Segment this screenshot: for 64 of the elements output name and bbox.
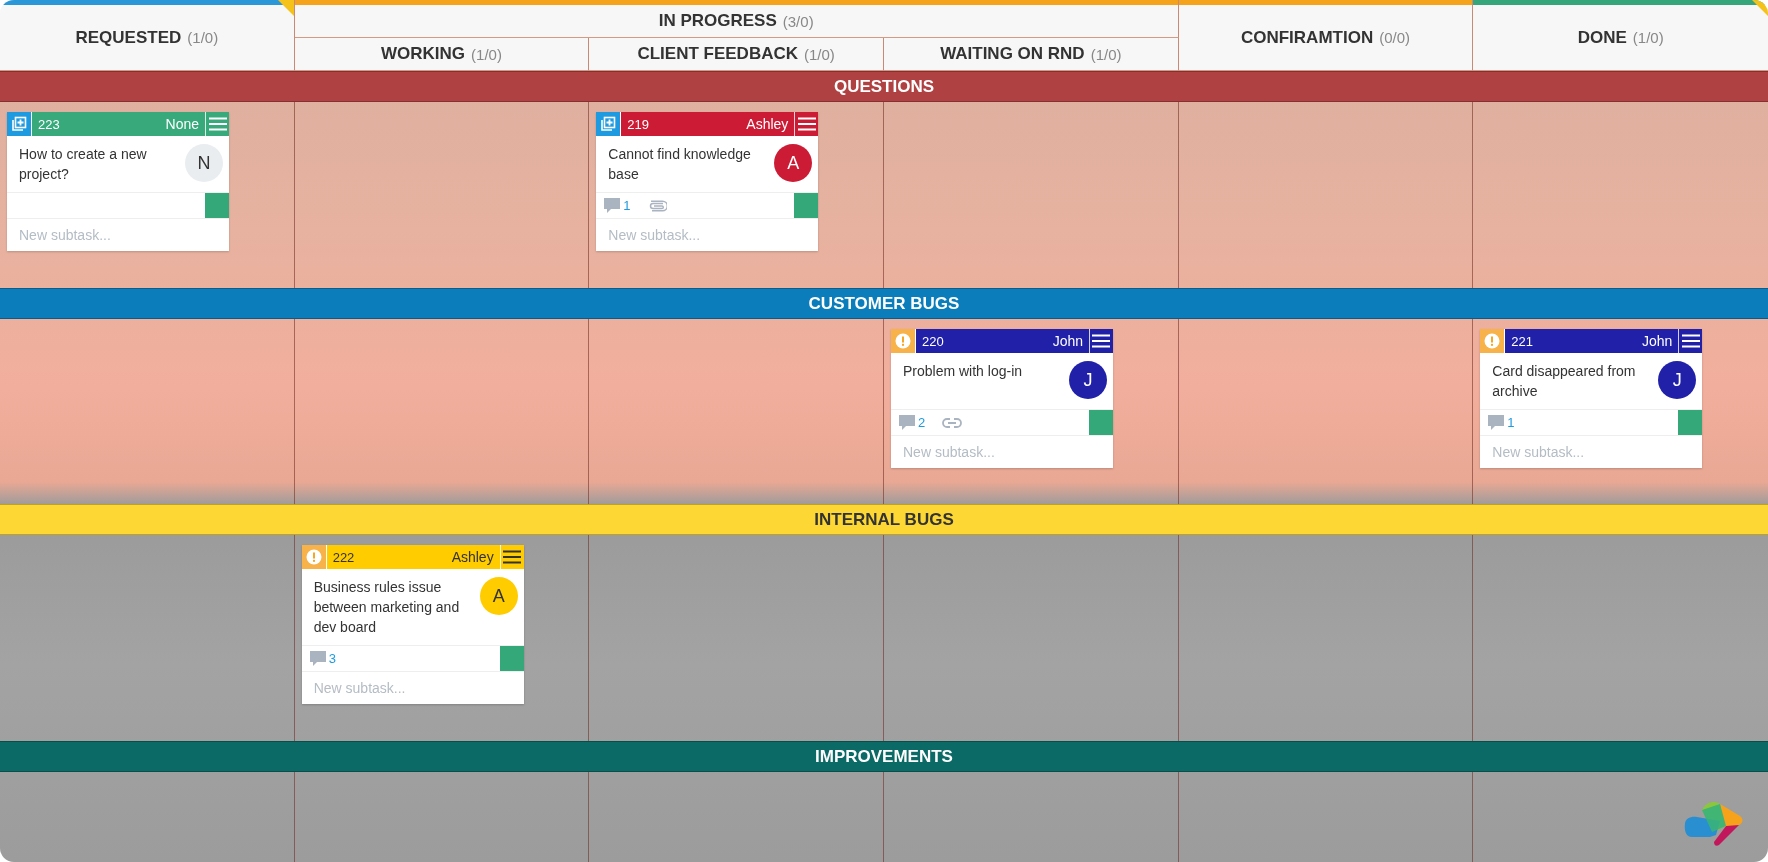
subtask-input[interactable]: New subtask... (891, 436, 1113, 468)
card-title: Business rules issue between marketing and dev board (313, 578, 461, 637)
column-title: DONE (1577, 27, 1627, 48)
card-number: 219 (627, 116, 650, 132)
avatar: A (479, 577, 518, 615)
menu-button[interactable] (1089, 329, 1113, 353)
card-number: 223 (38, 116, 60, 132)
swimlane-header: IMPROVEMENTS (0, 741, 1768, 772)
column-count: (1/0) (1090, 45, 1122, 63)
card-title: Card disappeared from archive (1492, 362, 1637, 401)
comment-count: 2 (918, 415, 926, 430)
avatar: J (1069, 361, 1107, 399)
column-title: IN PROGRESS (658, 11, 777, 31)
column-title: WORKING (381, 44, 466, 64)
card-title: Cannot find knowledge base (608, 145, 752, 184)
card-number: 222 (332, 549, 355, 565)
card-title: Problem with log-in (903, 362, 1024, 381)
subtask-input[interactable]: New subtask... (596, 219, 819, 251)
column-count: (1/0) (804, 45, 835, 63)
avatar: A (774, 144, 813, 182)
avatar: J (1658, 361, 1697, 399)
comment-count: 1 (623, 198, 631, 213)
status-block (205, 193, 229, 218)
menu-button[interactable] (499, 545, 524, 569)
assignee-name: None (165, 116, 199, 132)
column-count: (3/0) (782, 12, 814, 30)
column-title: WAITING ON RND (940, 44, 1085, 64)
assignee-name: Ashley (746, 116, 789, 132)
add-button[interactable] (7, 112, 31, 136)
comment-icon (308, 650, 327, 667)
comment-count: 1 (1507, 415, 1515, 430)
card-number: 221 (1511, 333, 1534, 349)
comment-icon (898, 414, 916, 431)
swimlane-header: QUESTIONS (0, 71, 1768, 102)
column-title: CLIENT FEEDBACK (637, 44, 798, 64)
column-count: (1/0) (471, 45, 502, 63)
add-button[interactable] (596, 112, 621, 136)
assignee-name: John (1052, 333, 1083, 349)
card-title: How to create a new project? (19, 145, 148, 184)
swimlane-header: INTERNAL BUGS (0, 504, 1768, 535)
subtask-input[interactable]: New subtask... (7, 219, 229, 251)
card-number: 220 (922, 333, 944, 349)
status-block (794, 193, 819, 218)
avatar: N (185, 144, 223, 182)
menu-button[interactable] (794, 112, 819, 136)
status-block (1089, 410, 1113, 435)
column-count: (0/0) (1379, 29, 1410, 46)
plus-square-icon (600, 116, 617, 132)
subtask-input[interactable]: New subtask... (1480, 436, 1703, 468)
comment-icon (603, 197, 622, 214)
menu-button[interactable] (1678, 329, 1703, 353)
column-title: REQUESTED (75, 27, 182, 48)
comment-count: 3 (328, 651, 336, 666)
assignee-name: Ashley (451, 549, 494, 565)
plus-square-icon (11, 116, 27, 132)
assignee-name: John (1641, 333, 1673, 349)
subtask-input[interactable]: New subtask... (301, 672, 524, 704)
column-count: (1/0) (187, 29, 219, 46)
swimlane-header: CUSTOMER BUGS (0, 288, 1768, 319)
status-block (499, 646, 524, 671)
column-title: CONFIRAMTION (1240, 27, 1374, 48)
status-block (1678, 410, 1703, 435)
comment-icon (1487, 414, 1506, 431)
column-count: (1/0) (1632, 29, 1664, 46)
